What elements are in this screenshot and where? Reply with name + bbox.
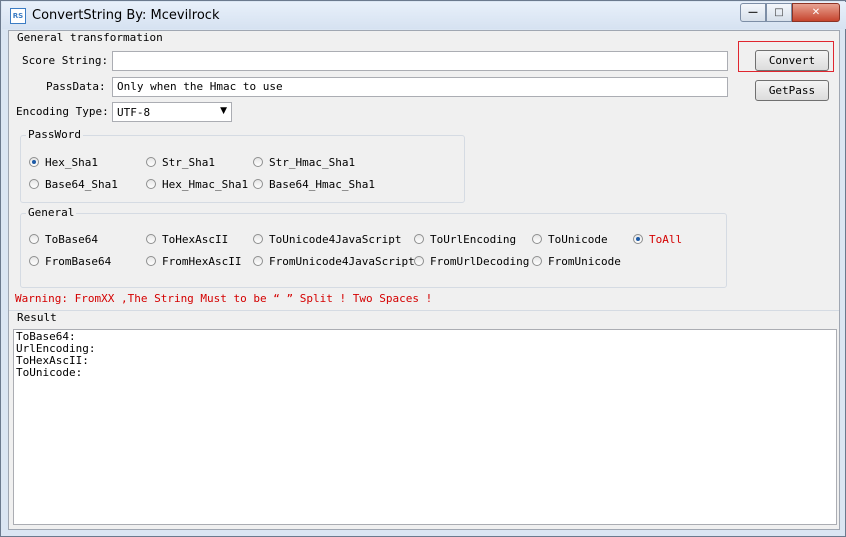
app-window: RS ConvertString By: Mcevilrock — □ ✕ Ge… xyxy=(0,0,846,537)
password-group xyxy=(20,135,465,203)
app-icon: RS xyxy=(10,8,26,24)
minimize-button[interactable]: — xyxy=(740,3,766,22)
result-textarea[interactable]: ToBase64: UrlEncoding: ToHexAscII: ToUni… xyxy=(13,329,837,525)
passdata-label: PassData: xyxy=(46,80,106,93)
result-line: UrlEncoding: xyxy=(16,342,96,355)
radio-icon xyxy=(146,234,156,244)
encoding-type-value: UTF-8 xyxy=(117,106,151,119)
radio-icon xyxy=(532,256,542,266)
radio-icon xyxy=(253,179,263,189)
window-title: ConvertString By: Mcevilrock xyxy=(32,8,220,23)
client-area: General transformation Score String: Pas… xyxy=(8,30,840,530)
general-group-label: General xyxy=(26,206,77,219)
radio-icon xyxy=(29,256,39,266)
radio-selected-icon xyxy=(29,157,39,167)
minimize-icon: — xyxy=(748,7,758,18)
password-group-label: PassWord xyxy=(26,128,83,141)
close-icon: ✕ xyxy=(811,7,821,18)
radio-icon xyxy=(414,234,424,244)
warning-text: Warning: FromXX ,The String Must to be “… xyxy=(15,292,433,305)
encoding-type-select[interactable]: UTF-8 ▼ xyxy=(112,102,232,122)
result-line: ToHexAscII: xyxy=(16,354,89,367)
radio-icon xyxy=(146,157,156,167)
close-button[interactable]: ✕ xyxy=(792,3,840,22)
passdata-input[interactable]: Only when the Hmac to use xyxy=(112,77,728,97)
score-string-input[interactable] xyxy=(112,51,728,71)
convert-button[interactable]: Convert xyxy=(755,50,829,71)
maximize-icon: □ xyxy=(774,7,784,18)
radio-selected-icon xyxy=(633,234,643,244)
general-transformation-label: General transformation xyxy=(15,31,165,44)
result-line: ToBase64: xyxy=(16,330,76,343)
encoding-type-label: Encoding Type: xyxy=(16,105,109,118)
title-bar[interactable]: RS ConvertString By: Mcevilrock — □ ✕ xyxy=(2,2,846,29)
radio-icon xyxy=(253,157,263,167)
radio-icon xyxy=(146,179,156,189)
result-line: ToUnicode: xyxy=(16,366,83,379)
radio-icon xyxy=(532,234,542,244)
radio-icon xyxy=(253,234,263,244)
radio-icon xyxy=(29,234,39,244)
result-divider xyxy=(9,310,839,311)
general-group xyxy=(20,213,727,288)
score-string-label: Score String: xyxy=(22,54,109,67)
radio-icon xyxy=(414,256,424,266)
maximize-button[interactable]: □ xyxy=(766,3,792,22)
result-label: Result xyxy=(15,311,59,324)
radio-icon xyxy=(29,179,39,189)
getpass-button[interactable]: GetPass xyxy=(755,80,829,101)
radio-icon xyxy=(146,256,156,266)
radio-icon xyxy=(253,256,263,266)
chevron-down-icon: ▼ xyxy=(220,106,227,116)
